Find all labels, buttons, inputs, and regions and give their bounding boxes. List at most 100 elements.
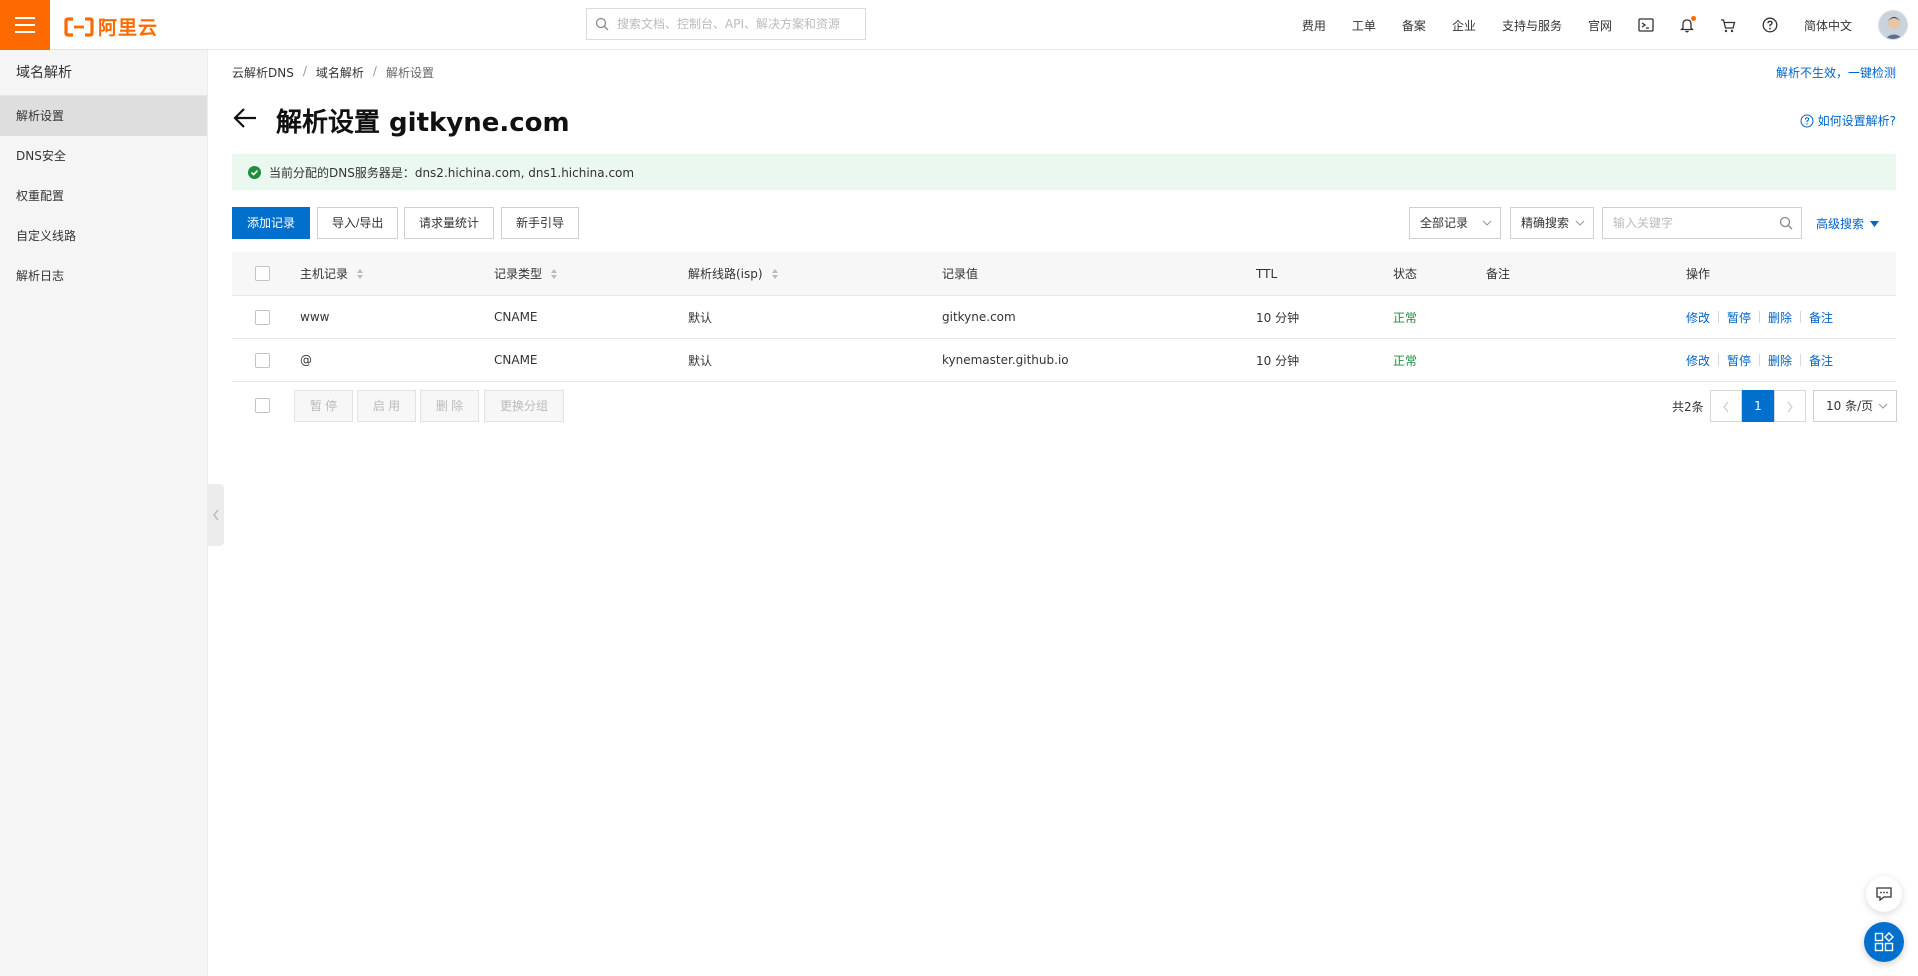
- advanced-search-toggle[interactable]: 高级搜索: [1816, 215, 1880, 232]
- bell-icon[interactable]: [1679, 16, 1696, 33]
- chevron-down-icon: [1878, 403, 1888, 409]
- remark-link[interactable]: 备注: [1809, 309, 1833, 326]
- search-mode-select[interactable]: 精确搜索: [1510, 207, 1594, 239]
- chevron-left-icon: [213, 509, 219, 521]
- sidebar: 域名解析 解析设置 DNS安全 权重配置 自定义线路 解析日志: [0, 50, 208, 976]
- help-icon[interactable]: [1762, 17, 1778, 33]
- select-all-checkbox[interactable]: [255, 266, 270, 281]
- request-stats-button[interactable]: 请求量统计: [404, 207, 495, 239]
- record-filter-select[interactable]: 全部记录: [1409, 207, 1501, 239]
- pause-link[interactable]: 暂停: [1727, 352, 1751, 369]
- sidebar-item-dns-settings[interactable]: 解析设置: [0, 96, 207, 136]
- logo[interactable]: 阿里云: [64, 13, 158, 40]
- delete-link[interactable]: 删除: [1768, 309, 1792, 326]
- nav-tickets[interactable]: 工单: [1352, 17, 1376, 34]
- header-line[interactable]: 解析线路(isp): [688, 252, 779, 295]
- row-checkbox[interactable]: [255, 353, 270, 368]
- global-search-input[interactable]: [617, 9, 861, 39]
- search-icon: [595, 17, 609, 31]
- chevron-left-icon: [1723, 401, 1729, 413]
- search-icon[interactable]: [1779, 216, 1793, 230]
- cell-ttl: 10 分钟: [1256, 353, 1300, 368]
- sort-icon[interactable]: [550, 268, 558, 280]
- divider: [1759, 354, 1761, 366]
- sort-icon[interactable]: [771, 268, 779, 280]
- sort-icon[interactable]: [356, 268, 364, 280]
- divider: [1718, 354, 1720, 366]
- add-record-button[interactable]: 添加记录: [232, 207, 311, 239]
- batch-delete-button[interactable]: 删 除: [420, 390, 479, 422]
- how-to-setup-link[interactable]: 如何设置解析?: [1800, 112, 1896, 129]
- header-line-label: 解析线路(isp): [688, 267, 763, 281]
- back-arrow-icon[interactable]: [232, 106, 258, 133]
- sidebar-item-dns-security[interactable]: DNS安全: [0, 136, 207, 176]
- cell-type: CNAME: [494, 310, 538, 324]
- page-number-button[interactable]: 1: [1742, 390, 1774, 422]
- header-type-label: 记录类型: [494, 267, 543, 281]
- dns-server-notice: 当前分配的DNS服务器是：dns2.hichina.com, dns1.hich…: [232, 154, 1896, 190]
- cell-value: kynemaster.github.io: [942, 353, 1069, 367]
- pause-link[interactable]: 暂停: [1727, 309, 1751, 326]
- terminal-icon[interactable]: [1638, 18, 1654, 32]
- header-type[interactable]: 记录类型: [494, 252, 558, 295]
- dns-check-link[interactable]: 解析不生效，一键检测: [1776, 64, 1896, 81]
- header-host-label: 主机记录: [300, 267, 349, 281]
- breadcrumb-domain-dns[interactable]: 域名解析: [316, 64, 364, 81]
- batch-select-checkbox[interactable]: [255, 398, 270, 413]
- import-export-button[interactable]: 导入/导出: [317, 207, 399, 239]
- nav-support[interactable]: 支持与服务: [1502, 17, 1562, 34]
- batch-pause-button[interactable]: 暂 停: [294, 390, 353, 422]
- batch-change-group-button[interactable]: 更换分组: [484, 390, 564, 422]
- delete-link[interactable]: 删除: [1768, 352, 1792, 369]
- sidebar-item-custom-lines[interactable]: 自定义线路: [0, 216, 207, 256]
- search-mode-value: 精确搜索: [1521, 216, 1570, 230]
- aliyun-logo-icon: [64, 16, 94, 37]
- language-switch[interactable]: 简体中文: [1804, 17, 1852, 34]
- sidebar-item-weight-config[interactable]: 权重配置: [0, 176, 207, 216]
- avatar[interactable]: [1878, 10, 1908, 40]
- cell-type: CNAME: [494, 353, 538, 367]
- sidebar-collapse-handle[interactable]: [208, 484, 224, 546]
- table-header: 主机记录 记录类型 解析线路(isp) 记录值 TTL 状态 备注 操作: [232, 252, 1896, 296]
- nav-official-site[interactable]: 官网: [1588, 17, 1612, 34]
- chevron-right-icon: [1787, 401, 1793, 413]
- top-nav: 费用 工单 备案 企业 支持与服务 官网 简体中文: [1302, 0, 1918, 50]
- guide-button[interactable]: 新手引导: [501, 207, 580, 239]
- edit-link[interactable]: 修改: [1686, 309, 1710, 326]
- cell-ttl: 10 分钟: [1256, 310, 1300, 325]
- row-checkbox[interactable]: [255, 310, 270, 325]
- feedback-chat-button[interactable]: [1866, 876, 1902, 912]
- prev-page-button[interactable]: [1710, 390, 1742, 422]
- record-filter-value: 全部记录: [1420, 216, 1469, 230]
- breadcrumb: 云解析DNS / 域名解析 / 解析设置: [232, 64, 434, 81]
- dns-server-text: 当前分配的DNS服务器是：dns2.hichina.com, dns1.hich…: [269, 165, 635, 180]
- keyword-search[interactable]: [1602, 207, 1802, 239]
- dns-records-table: 主机记录 记录类型 解析线路(isp) 记录值 TTL 状态 备注 操作 www…: [232, 252, 1896, 382]
- sidebar-item-dns-logs[interactable]: 解析日志: [0, 256, 207, 296]
- edit-link[interactable]: 修改: [1686, 352, 1710, 369]
- sidebar-title: 域名解析: [0, 50, 207, 96]
- how-to-setup-label: 如何设置解析?: [1817, 114, 1896, 128]
- batch-enable-button[interactable]: 启 用: [357, 390, 416, 422]
- nav-fees[interactable]: 费用: [1302, 17, 1326, 34]
- header-host[interactable]: 主机记录: [300, 252, 364, 295]
- remark-link[interactable]: 备注: [1809, 352, 1833, 369]
- cell-host: www: [300, 310, 330, 324]
- table-row: @ CNAME 默认 kynemaster.github.io 10 分钟 正常…: [232, 339, 1896, 382]
- page-size-select[interactable]: 10 条/页: [1813, 390, 1897, 422]
- cell-line: 默认: [688, 310, 713, 325]
- keyword-input[interactable]: [1613, 208, 1773, 238]
- page-title: 解析设置 gitkyne.com: [276, 108, 570, 138]
- divider: [1718, 311, 1720, 323]
- breadcrumb-current: 解析设置: [385, 66, 434, 80]
- next-page-button[interactable]: [1774, 390, 1806, 422]
- apps-launcher-button[interactable]: [1864, 922, 1904, 962]
- cart-icon[interactable]: [1720, 18, 1736, 33]
- nav-enterprise[interactable]: 企业: [1452, 17, 1476, 34]
- global-search[interactable]: [586, 8, 866, 40]
- breadcrumb-cloud-dns[interactable]: 云解析DNS: [232, 64, 294, 81]
- nav-icp-filing[interactable]: 备案: [1402, 17, 1426, 34]
- menu-icon[interactable]: [0, 0, 50, 50]
- divider: [1800, 354, 1802, 366]
- breadcrumb-separator: /: [302, 64, 307, 78]
